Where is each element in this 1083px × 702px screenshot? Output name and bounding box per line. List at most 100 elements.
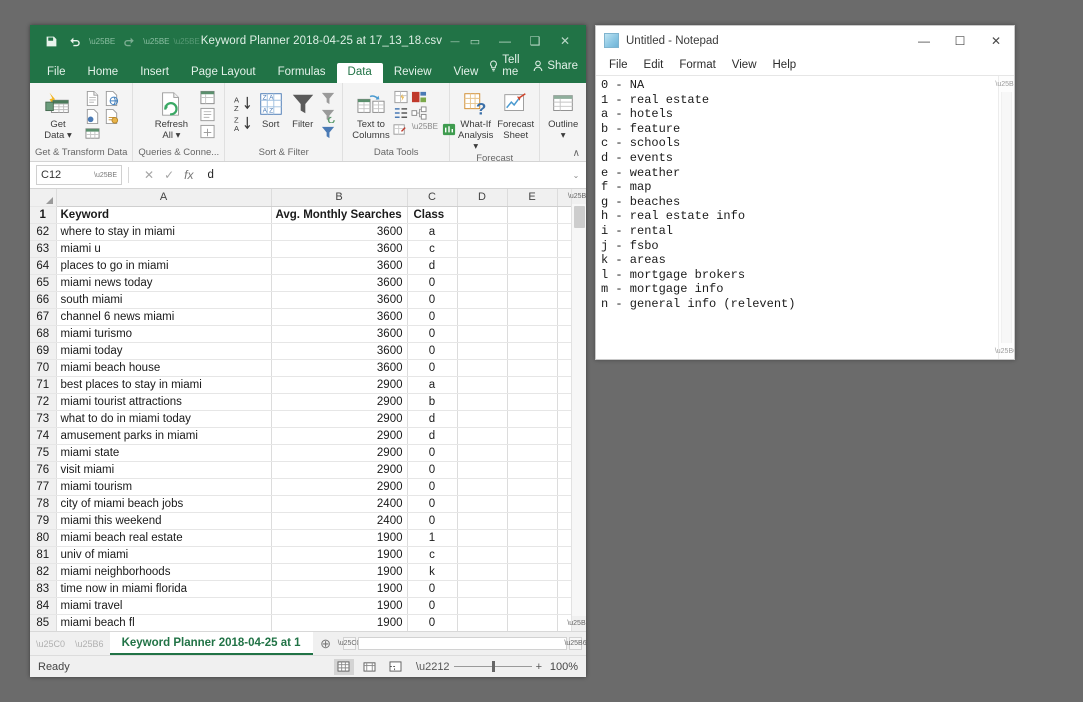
cell-searches[interactable]: 2400 (271, 512, 408, 530)
menu-file[interactable]: File (601, 59, 636, 71)
cell-f[interactable] (557, 257, 571, 275)
cell-e[interactable] (507, 512, 558, 530)
close-button[interactable]: ✕ (550, 29, 580, 53)
row-header[interactable]: 70 (30, 359, 57, 377)
cell-d[interactable] (457, 393, 508, 411)
sheet-tab[interactable]: Keyword Planner 2018-04-25 at 1 (109, 632, 313, 655)
cell-searches[interactable]: 3600 (271, 291, 408, 309)
consolidate-icon[interactable] (393, 106, 409, 121)
cell-d[interactable] (457, 563, 508, 581)
cell-keyword[interactable]: visit miami (56, 461, 272, 479)
tab-home[interactable]: Home (77, 63, 130, 84)
cell-f[interactable] (557, 376, 571, 394)
cell-e[interactable] (507, 546, 558, 564)
row-header[interactable]: 78 (30, 495, 57, 513)
zoom-in-icon[interactable]: + (536, 661, 542, 673)
cell-f[interactable] (557, 393, 571, 411)
cell-keyword[interactable]: miami today (56, 342, 272, 360)
expand-formula-bar-icon[interactable]: ⌄ (568, 171, 584, 180)
cell-searches[interactable]: 2900 (271, 427, 408, 445)
cell-searches[interactable]: 2900 (271, 461, 408, 479)
cell-class[interactable]: 1 (407, 529, 458, 547)
tab-review[interactable]: Review (383, 63, 443, 84)
what-if-data-icon[interactable] (393, 122, 409, 137)
cell-d[interactable] (457, 308, 508, 326)
data-tools-dropdown-icon[interactable]: \u25BE (411, 122, 439, 137)
filter-button[interactable]: Filter (288, 88, 317, 131)
forecast-sheet-button[interactable]: Forecast Sheet (497, 88, 534, 142)
cell-class[interactable]: k (407, 563, 458, 581)
cell-e[interactable] (507, 410, 558, 428)
get-data-button[interactable]: Get Data ▾ (35, 88, 81, 142)
properties-icon[interactable] (199, 107, 216, 123)
tab-page-layout[interactable]: Page Layout (180, 63, 267, 84)
cell-searches-header[interactable]: Avg. Monthly Searches (271, 206, 408, 224)
cell-e[interactable] (507, 223, 558, 241)
zoom-track[interactable] (453, 661, 532, 672)
vertical-scrollbar[interactable]: \u25B2 \u25BC (567, 189, 586, 631)
cell-class[interactable]: 0 (407, 444, 458, 462)
formula-input[interactable]: d (202, 165, 568, 185)
row-header[interactable]: 72 (30, 393, 57, 411)
flash-fill-icon[interactable] (393, 90, 409, 105)
cell-keyword[interactable]: miami neighborhoods (56, 563, 272, 581)
from-table-range-icon[interactable] (84, 108, 101, 125)
cell-class[interactable]: 0 (407, 478, 458, 496)
cell-keyword[interactable]: best places to stay in miami (56, 376, 272, 394)
cell-keyword[interactable]: what to do in miami today (56, 410, 272, 428)
cell-keyword[interactable]: amusement parks in miami (56, 427, 272, 445)
cell-f[interactable] (557, 223, 571, 241)
cell-searches[interactable]: 2900 (271, 410, 408, 428)
cell-d[interactable] (457, 376, 508, 394)
name-box[interactable]: C12 \u25BE (36, 165, 122, 185)
cell-class[interactable]: 0 (407, 308, 458, 326)
row-header[interactable]: 79 (30, 512, 57, 530)
cell-searches[interactable]: 1900 (271, 529, 408, 547)
column-header-c[interactable]: C (407, 189, 458, 207)
cell-keyword[interactable]: univ of miami (56, 546, 272, 564)
cell-d[interactable] (457, 325, 508, 343)
row-header[interactable]: 64 (30, 257, 57, 275)
cell-class[interactable]: 0 (407, 614, 458, 631)
row-header[interactable]: 65 (30, 274, 57, 292)
tab-insert[interactable]: Insert (129, 63, 180, 84)
sort-ascending-icon[interactable]: AZ (234, 94, 253, 113)
save-icon[interactable] (40, 30, 62, 52)
row-header[interactable]: 66 (30, 291, 57, 309)
cell-e[interactable] (507, 478, 558, 496)
menu-edit[interactable]: Edit (636, 59, 672, 71)
cancel-icon[interactable]: ✕ (144, 168, 154, 182)
cell-keyword[interactable]: miami state (56, 444, 272, 462)
notepad-scroll-down-icon[interactable]: \u25BC (995, 343, 1014, 359)
cell-f[interactable] (557, 240, 571, 258)
cell-d[interactable] (457, 206, 508, 224)
sort-descending-icon[interactable]: ZA (234, 114, 253, 133)
menu-format[interactable]: Format (671, 59, 723, 71)
scroll-left-icon[interactable]: \u25C0 (338, 637, 360, 650)
tab-formulas[interactable]: Formulas (267, 63, 337, 84)
cell-e[interactable] (507, 376, 558, 394)
cell-d[interactable] (457, 529, 508, 547)
cell-class[interactable]: c (407, 240, 458, 258)
cell-d[interactable] (457, 495, 508, 513)
cell-class[interactable]: a (407, 376, 458, 394)
cell-keyword[interactable]: time now in miami florida (56, 580, 272, 598)
ribbon-display-options-icon[interactable]: ▭ (460, 29, 490, 53)
row-header[interactable]: 73 (30, 410, 57, 428)
zoom-slider[interactable]: \u2212 + (416, 661, 542, 673)
cell-searches[interactable]: 1900 (271, 597, 408, 615)
reapply-filter-icon[interactable] (320, 107, 337, 123)
row-header[interactable]: 82 (30, 563, 57, 581)
refresh-all-button[interactable]: Refresh All ▾ (146, 88, 196, 142)
row-header[interactable]: 68 (30, 325, 57, 343)
row-header[interactable]: 77 (30, 478, 57, 496)
cell-f[interactable] (557, 580, 571, 598)
restore-button[interactable]: ❑ (520, 29, 550, 53)
horizontal-scrollbar[interactable]: \u25C0 \u25B6 (338, 637, 586, 650)
collapse-ribbon-button[interactable]: ∧ (573, 148, 580, 159)
row-header[interactable]: 83 (30, 580, 57, 598)
column-header-e[interactable]: E (507, 189, 558, 207)
cell-d[interactable] (457, 444, 508, 462)
tab-file[interactable]: File (36, 63, 77, 84)
text-to-columns-button[interactable]: Text to Columns (352, 88, 390, 142)
